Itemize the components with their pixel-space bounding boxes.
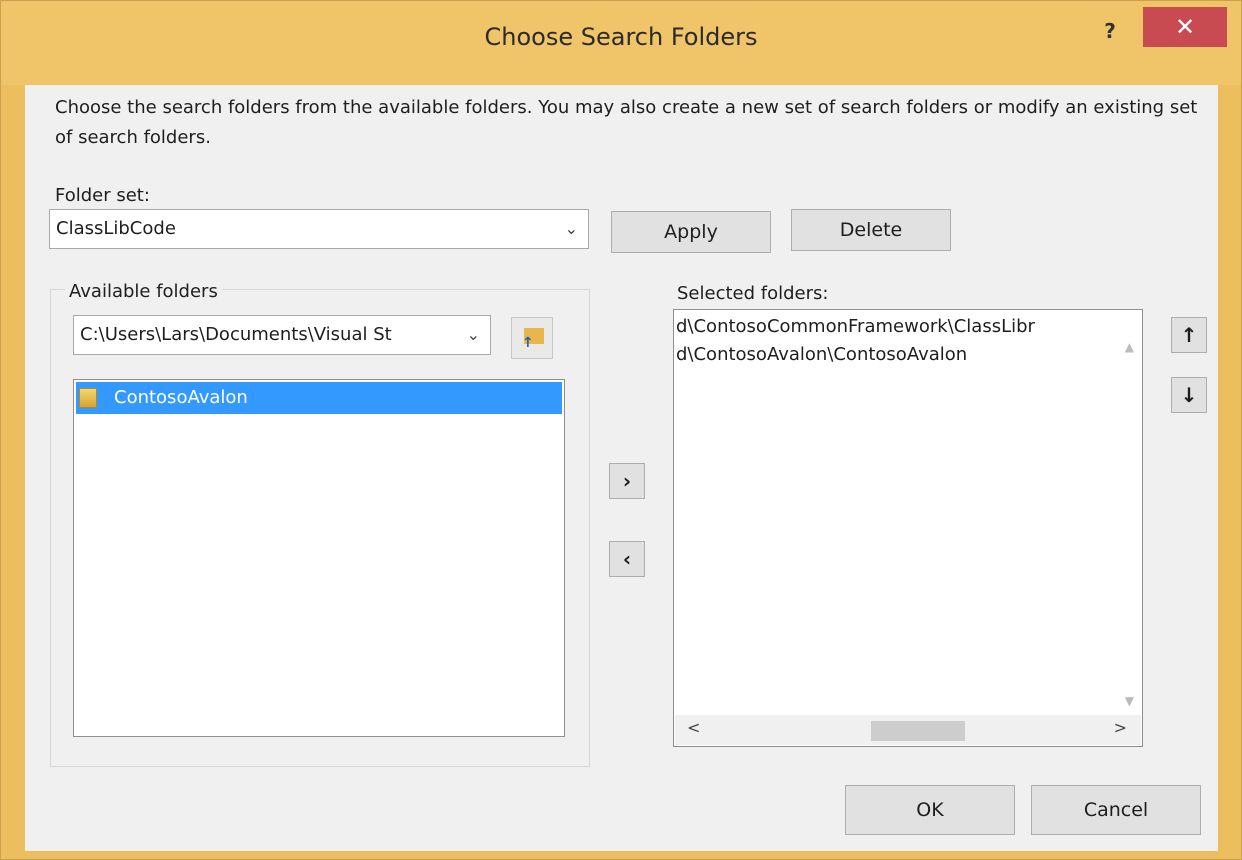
description-text: Choose the search folders from the avail… — [55, 97, 1198, 148]
chevron-down-icon: ⌄ — [564, 219, 578, 238]
delete-button[interactable]: Delete — [791, 209, 951, 251]
cancel-button[interactable]: Cancel — [1031, 785, 1201, 835]
browse-folder-button[interactable]: ↑ — [511, 317, 553, 359]
dialog-title: Choose Search Folders — [484, 23, 758, 51]
close-button[interactable]: ✕ — [1143, 7, 1227, 47]
apply-button[interactable]: Apply — [611, 211, 771, 253]
remove-folder-button[interactable]: ‹ — [609, 541, 645, 577]
available-path-dropdown[interactable]: C:\Users\Lars\Documents\Visual St ⌄ — [73, 315, 491, 355]
title-bar[interactable]: Choose Search Folders ? ✕ — [1, 1, 1241, 85]
ok-button[interactable]: OK — [845, 785, 1015, 835]
arrow-up-icon: ↑ — [522, 335, 534, 351]
available-folders-list[interactable]: ContosoAvalon — [73, 379, 565, 737]
add-folder-button[interactable]: › — [609, 463, 645, 499]
scroll-down-icon[interactable]: ▼ — [1125, 694, 1134, 708]
scrollbar-thumb[interactable] — [871, 721, 965, 741]
available-folders-label: Available folders — [65, 281, 222, 302]
folder-icon — [79, 388, 97, 408]
selected-folders-label: Selected folders: — [677, 283, 829, 304]
horizontal-scrollbar[interactable]: < > — [675, 715, 1141, 745]
list-item-label: ContosoAvalon — [114, 387, 248, 408]
list-item[interactable]: d\ContosoCommonFramework\ClassLibr — [676, 316, 1035, 337]
chevron-down-icon: ⌄ — [466, 325, 480, 344]
scroll-left-icon[interactable]: < — [687, 718, 700, 737]
folder-set-dropdown[interactable]: ClassLibCode ⌄ — [49, 209, 589, 249]
scroll-right-icon[interactable]: > — [1114, 718, 1127, 737]
list-item[interactable]: ContosoAvalon — [76, 382, 562, 414]
selected-folders-list[interactable]: d\ContosoCommonFramework\ClassLibr d\Con… — [673, 309, 1143, 747]
dialog-window: Choose Search Folders ? ✕ Choose the sea… — [0, 0, 1242, 860]
move-down-button[interactable]: ↓ — [1171, 377, 1207, 413]
folder-set-value: ClassLibCode — [56, 218, 176, 239]
dialog-body: Choose the search folders from the avail… — [25, 85, 1218, 851]
move-up-button[interactable]: ↑ — [1171, 317, 1207, 353]
folder-set-label: Folder set: — [55, 185, 150, 206]
list-item[interactable]: d\ContosoAvalon\ContosoAvalon — [676, 344, 967, 365]
help-button[interactable]: ? — [1086, 15, 1134, 47]
available-path-value: C:\Users\Lars\Documents\Visual St — [80, 324, 392, 345]
scroll-up-icon[interactable]: ▲ — [1125, 340, 1134, 354]
